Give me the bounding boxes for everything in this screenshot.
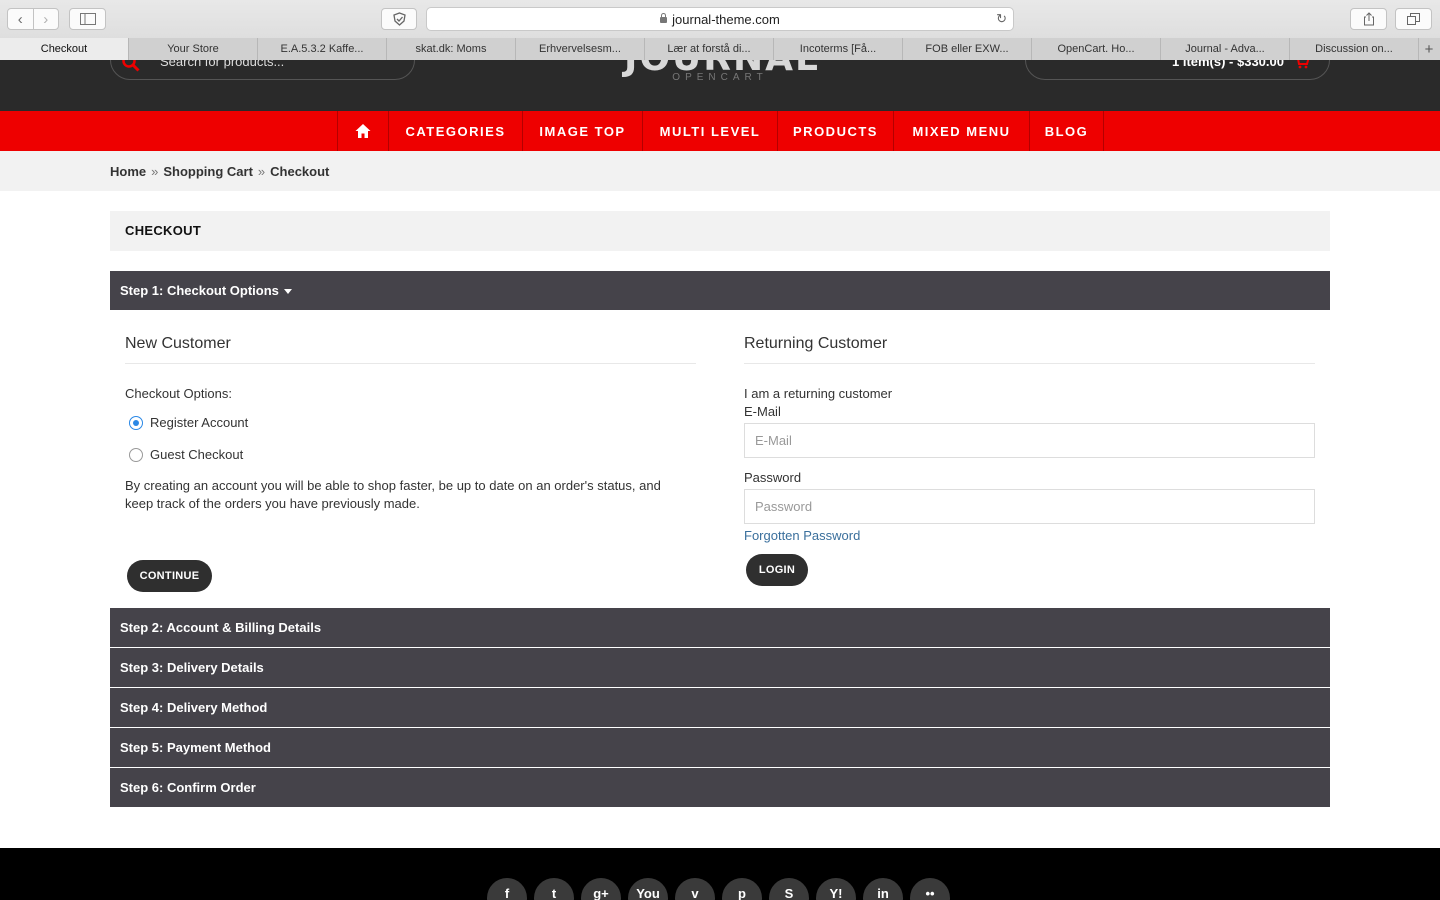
step-2-title: Step 2: Account & Billing Details <box>120 620 322 635</box>
privacy-shield-button[interactable] <box>381 8 417 30</box>
login-button[interactable]: LOGIN <box>746 554 808 586</box>
share-icon <box>1363 12 1374 26</box>
address-bar[interactable]: journal-theme.com ↻ <box>426 7 1014 31</box>
returning-customer-title: Returning Customer <box>744 335 888 352</box>
step-6-header[interactable]: Step 6: Confirm Order <box>110 768 1330 807</box>
continue-button[interactable]: CONTINUE <box>127 560 212 592</box>
cart-icon[interactable] <box>1294 60 1310 69</box>
password-field[interactable]: Password <box>744 489 1315 524</box>
breadcrumb-separator: » <box>257 164 266 179</box>
guest-checkout-label[interactable]: Guest Checkout <box>150 447 243 462</box>
main-menu: CATEGORIES IMAGE TOP MULTI LEVEL PRODUCT… <box>0 111 1440 151</box>
menu-item-products[interactable]: PRODUCTS <box>778 111 894 151</box>
browser-tab[interactable]: Incoterms [Få... <box>774 38 903 60</box>
sidebar-icon <box>79 13 96 25</box>
register-description: By creating an account you will be able … <box>125 478 661 511</box>
divider <box>744 363 1315 364</box>
breadcrumb-bar: Home » Shopping Cart » Checkout <box>0 151 1440 191</box>
register-account-radio[interactable] <box>129 416 143 430</box>
pinterest-icon[interactable]: p <box>722 878 762 900</box>
step-2-header[interactable]: Step 2: Account & Billing Details <box>110 608 1330 647</box>
step-3-title: Step 3: Delivery Details <box>120 660 264 675</box>
site-footer: f t g+ You v p S Y! in •• <box>0 848 1440 900</box>
tabs-overview-button[interactable] <box>1395 8 1432 30</box>
flickr-icon[interactable]: •• <box>910 878 950 900</box>
tabs-icon <box>1407 13 1420 25</box>
step-5-header[interactable]: Step 5: Payment Method <box>110 728 1330 767</box>
vimeo-icon[interactable]: v <box>675 878 715 900</box>
search-icon[interactable] <box>122 60 140 72</box>
browser-tab[interactable]: Checkout <box>0 38 129 60</box>
shield-icon <box>392 12 406 26</box>
twitter-icon[interactable]: t <box>534 878 574 900</box>
browser-tab[interactable]: OpenCart. Ho... <box>1032 38 1161 60</box>
step-4-title: Step 4: Delivery Method <box>120 700 268 715</box>
share-button[interactable] <box>1350 8 1387 30</box>
home-icon <box>355 124 371 138</box>
google-plus-icon[interactable]: g+ <box>581 878 621 900</box>
page-title: CHECKOUT <box>125 223 202 238</box>
browser-chrome: ‹ › journal-theme.com ↻ Checkout Your Sto… <box>0 0 1440 60</box>
forgotten-password-link[interactable]: Forgotten Password <box>744 528 860 543</box>
caret-down-icon <box>283 289 292 294</box>
menu-item-home[interactable] <box>338 111 389 151</box>
back-icon[interactable]: ‹ <box>8 9 33 29</box>
menu-item-blog[interactable]: BLOG <box>1030 111 1104 151</box>
menu-item-image-top[interactable]: IMAGE TOP <box>523 111 643 151</box>
lock-icon <box>660 13 668 23</box>
password-label: Password <box>744 470 802 485</box>
browser-tab[interactable]: Your Store <box>129 38 258 60</box>
browser-tab[interactable]: Discussion on... <box>1290 38 1419 60</box>
step-5-title: Step 5: Payment Method <box>120 740 271 755</box>
step-4-header[interactable]: Step 4: Delivery Method <box>110 688 1330 727</box>
guest-checkout-radio[interactable] <box>129 448 143 462</box>
step-1-title: Step 1: Checkout Options <box>120 283 279 298</box>
skype-icon[interactable]: S <box>769 878 809 900</box>
site-logo-subtitle: OPENCART <box>672 72 768 83</box>
reload-icon[interactable]: ↻ <box>996 11 1007 27</box>
browser-tab[interactable]: E.A.5.3.2 Kaffe... <box>258 38 387 60</box>
checkout-options-label: Checkout Options: <box>125 386 232 401</box>
register-account-label[interactable]: Register Account <box>150 415 248 430</box>
returning-customer-subtitle: I am a returning customer <box>744 386 893 401</box>
step-6-title: Step 6: Confirm Order <box>120 780 256 795</box>
step-1-header[interactable]: Step 1: Checkout Options <box>110 271 1330 310</box>
cart-summary[interactable]: 1 item(s) - $330.00 <box>1140 60 1284 69</box>
browser-tab[interactable]: Erhvervelsesm... <box>516 38 645 60</box>
facebook-icon[interactable]: f <box>487 878 527 900</box>
yahoo-icon[interactable]: Y! <box>816 878 856 900</box>
browser-tab[interactable]: Lær at forstå di... <box>645 38 774 60</box>
email-field[interactable]: E-Mail <box>744 423 1315 458</box>
divider <box>125 363 696 364</box>
menu-item-mixed-menu[interactable]: MIXED MENU <box>894 111 1030 151</box>
breadcrumb-checkout[interactable]: Checkout <box>270 164 329 179</box>
search-input[interactable]: Search for products... <box>160 60 284 69</box>
browser-tab[interactable]: skat.dk: Moms <box>387 38 516 60</box>
breadcrumb-shopping-cart[interactable]: Shopping Cart <box>163 164 253 179</box>
browser-toolbar: ‹ › journal-theme.com ↻ <box>0 0 1440 38</box>
menu-item-multi-level[interactable]: MULTI LEVEL <box>643 111 778 151</box>
new-customer-title: New Customer <box>125 335 231 352</box>
page-title-box: CHECKOUT <box>110 211 1330 251</box>
menu-item-categories[interactable]: CATEGORIES <box>389 111 523 151</box>
site-header: Search for products... JOURNAL OPENCART … <box>0 60 1440 111</box>
breadcrumb-separator: » <box>151 164 159 179</box>
sidebar-toggle-button[interactable] <box>69 8 106 30</box>
tab-bar: Checkout Your Store E.A.5.3.2 Kaffe... skat… <box>0 38 1440 60</box>
browser-tab[interactable]: FOB eller EXW... <box>903 38 1032 60</box>
linkedin-icon[interactable]: in <box>863 878 903 900</box>
email-label: E-Mail <box>744 404 781 419</box>
step-3-header[interactable]: Step 3: Delivery Details <box>110 648 1330 687</box>
browser-tab[interactable]: Journal - Adva... <box>1161 38 1290 60</box>
browser-nav-buttons: ‹ › <box>7 8 59 30</box>
new-tab-icon[interactable]: + <box>1419 38 1439 60</box>
breadcrumb: Home » Shopping Cart » Checkout <box>110 164 329 179</box>
address-url: journal-theme.com <box>672 11 780 27</box>
forward-icon[interactable]: › <box>32 9 59 29</box>
breadcrumb-home[interactable]: Home <box>110 164 146 179</box>
youtube-icon[interactable]: You <box>628 878 668 900</box>
